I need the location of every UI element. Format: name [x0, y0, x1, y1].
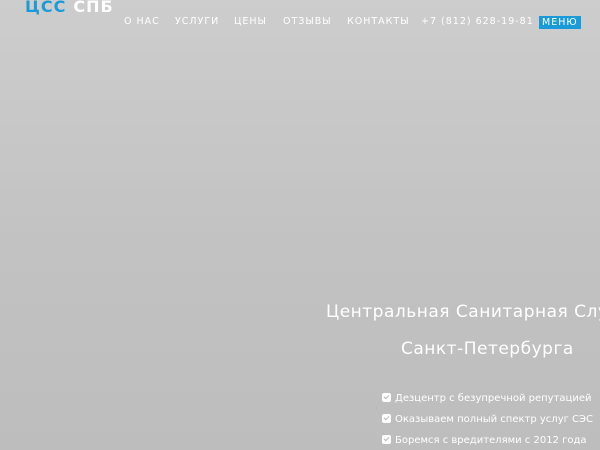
logo-text-primary: ЦСС [25, 0, 67, 16]
nav-item-reviews[interactable]: ОТЗЫВЫ [283, 15, 332, 29]
nav-item-about[interactable]: О НАС [124, 15, 160, 29]
menu-button[interactable]: МЕНЮ [539, 16, 581, 29]
feature-text: Боремся с вредителями с 2012 года [395, 435, 587, 446]
check-square-icon [382, 414, 391, 423]
hero-title-line-2: Санкт-Петербурга [401, 339, 574, 359]
feature-list: Дезцентр с безупречной репутацией Оказыв… [382, 392, 600, 450]
hero-title-line-1: Центральная Санитарная Слу [326, 302, 600, 322]
nav-item-contacts[interactable]: КОНТАКТЫ [347, 15, 410, 29]
feature-item: Дезцентр с безупречной репутацией [382, 392, 600, 413]
feature-item: Оказываем полный спектр услуг СЭС [382, 413, 600, 434]
check-square-icon [382, 435, 391, 444]
nav-phone-link[interactable]: +7 (812) 628-19-81 [421, 15, 534, 29]
feature-item: Боремся с вредителями с 2012 года [382, 434, 600, 450]
main-nav: О НАС УСЛУГИ ЦЕНЫ ОТЗЫВЫ КОНТАКТЫ +7 (81… [0, 15, 600, 29]
nav-item-services[interactable]: УСЛУГИ [175, 15, 219, 29]
check-square-icon [382, 393, 391, 402]
logo-text-secondary: СПБ [73, 0, 114, 16]
nav-item-prices[interactable]: ЦЕНЫ [234, 15, 267, 29]
feature-text: Оказываем полный спектр услуг СЭС [395, 414, 593, 425]
feature-text: Дезцентр с безупречной репутацией [395, 393, 592, 404]
